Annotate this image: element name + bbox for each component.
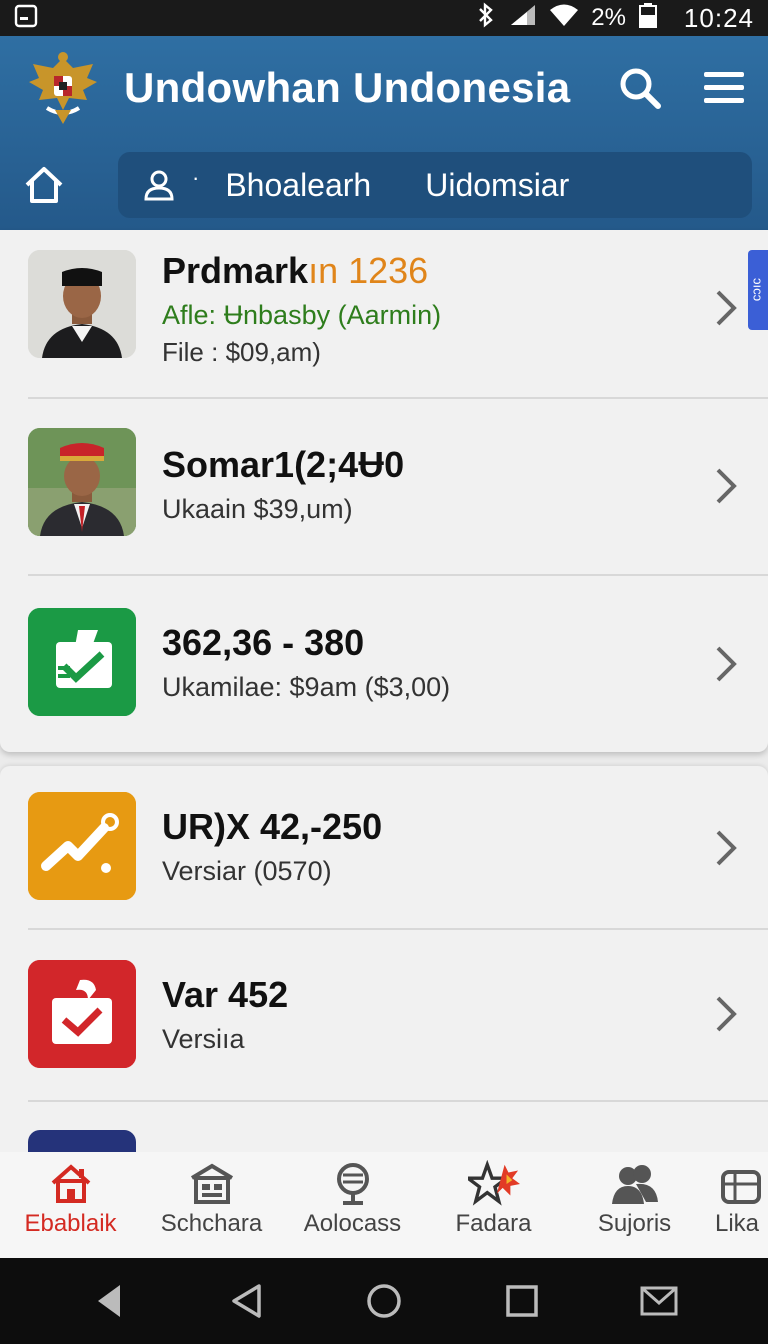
item-subtitle: Versiıa [162, 1024, 245, 1054]
search-tab-1[interactable]: Bhoalearh [225, 167, 371, 204]
item-subtitle: Ukamilae: $9am ($3,00) [162, 672, 451, 702]
list-item[interactable]: 362,36 - 380 Ukamilae: $9am ($3,00) [0, 608, 768, 738]
nav-label: Fadara [455, 1210, 532, 1237]
home-system-button[interactable] [360, 1277, 408, 1325]
recents-button[interactable] [498, 1277, 546, 1325]
home-button[interactable] [20, 161, 68, 209]
nav-tab-home[interactable]: Ebablaik [0, 1152, 141, 1258]
divider [28, 574, 768, 576]
signal-icon [509, 3, 537, 34]
ballot-check-icon [28, 608, 136, 716]
divider [28, 397, 768, 399]
avatar [28, 428, 136, 536]
building-icon [715, 1160, 767, 1208]
back-triangle-icon [97, 1285, 120, 1317]
nav-tab-more[interactable]: Lika [705, 1152, 768, 1258]
search-bar-dot: · [192, 165, 200, 190]
nav-label: Lika [715, 1210, 760, 1237]
ballot-box-icon [28, 960, 136, 1068]
item-title: Somar1(2;4Ʉ0 [162, 444, 405, 485]
item-title: UR)X 42,-250 [162, 806, 383, 847]
status-bar: 2% 10:24 [0, 0, 768, 36]
item-subtitle: Versiar (0570) [162, 856, 332, 886]
trend-chart-icon [28, 792, 136, 900]
star-burst-icon [467, 1160, 520, 1208]
list-item[interactable]: Somar1(2;4Ʉ0 Ukaain $39,um) [0, 428, 768, 578]
divider [28, 928, 768, 930]
building-icon [186, 1160, 238, 1208]
list-item[interactable]: Prdmarkın 1236 Afle: Ʉnbasby (Aarmin) Fi… [0, 250, 768, 400]
chevron-right-icon [712, 828, 740, 868]
side-edge-tab[interactable]: ɔıcɔ [748, 250, 768, 330]
list-card-top: Prdmarkın 1236 Afle: Ʉnbasby (Aarmin) Fi… [0, 230, 768, 752]
bluetooth-icon [475, 1, 497, 35]
wifi-icon [549, 3, 579, 34]
divider [28, 1100, 768, 1102]
chevron-right-icon [712, 994, 740, 1034]
hamburger-menu-icon [704, 72, 744, 103]
home-icon [45, 1160, 97, 1208]
nav-tab-star[interactable]: Fadara [423, 1152, 564, 1258]
chevron-right-icon [712, 644, 740, 684]
side-tab-label: ɔıcɔ [750, 278, 766, 302]
back-outline-icon [232, 1284, 262, 1318]
garuda-emblem-logo [22, 47, 104, 129]
recents-square-icon [505, 1285, 538, 1317]
item-subtitle: Afle: Ʉnbasby (Aarmin) [162, 300, 442, 330]
search-button[interactable] [616, 64, 664, 112]
bottom-navigation: Ebablaik Schchara Aolocass Fadara Sujori… [0, 1152, 768, 1258]
back-outline-button[interactable] [222, 1277, 270, 1325]
list-card-bottom: UR)X 42,-250 Versiar (0570) Var 452 Vers… [0, 766, 768, 1156]
nav-label: Ebablaik [24, 1210, 117, 1237]
list-item[interactable]: Var 452 Versiıa [0, 960, 768, 1100]
nav-tab-users[interactable]: Sujoris [564, 1152, 705, 1258]
search-icon [620, 68, 661, 109]
chevron-right-icon [712, 288, 740, 328]
app-header: Undowhan Undonesia · Bhoalearh Uidomsiar [0, 36, 768, 230]
app-title: Undowhan Undonesia [124, 64, 571, 111]
system-navigation-bar [0, 1258, 768, 1344]
nav-label: Sujoris [597, 1210, 672, 1237]
list-item[interactable]: UR)X 42,-250 Versiar (0570) [0, 792, 768, 932]
search-tab-2[interactable]: Uidomsiar [425, 167, 569, 204]
avatar [28, 250, 136, 358]
screenshot-notification-icon [14, 4, 38, 33]
mail-button[interactable] [635, 1277, 683, 1325]
microphone-icon [327, 1160, 379, 1208]
item-title-accent: ın 1236 [308, 250, 429, 291]
item-title: Var 452 [162, 974, 289, 1015]
nav-tab-building[interactable]: Schchara [141, 1152, 282, 1258]
search-bar[interactable]: · Bhoalearh Uidomsiar [118, 152, 752, 218]
battery-percent: 2% [591, 4, 626, 31]
item-detail: File : $09,am) [162, 337, 321, 367]
home-icon [25, 167, 63, 203]
item-title: Prdmark [162, 250, 309, 291]
item-subtitle: Ukaain $39,um) [162, 494, 353, 524]
home-circle-icon [367, 1284, 401, 1318]
menu-button[interactable] [700, 64, 748, 112]
nav-label: Schchara [160, 1210, 263, 1237]
item-title: 362,36 - 380 [162, 622, 365, 663]
mail-icon [640, 1286, 678, 1316]
chevron-right-icon [712, 466, 740, 506]
nav-tab-podcast[interactable]: Aolocass [282, 1152, 423, 1258]
status-time: 10:24 [683, 2, 754, 33]
user-icon [142, 165, 186, 205]
back-button[interactable] [85, 1277, 133, 1325]
nav-label: Aolocass [303, 1210, 402, 1237]
battery-icon [638, 2, 658, 35]
users-icon [609, 1160, 661, 1208]
